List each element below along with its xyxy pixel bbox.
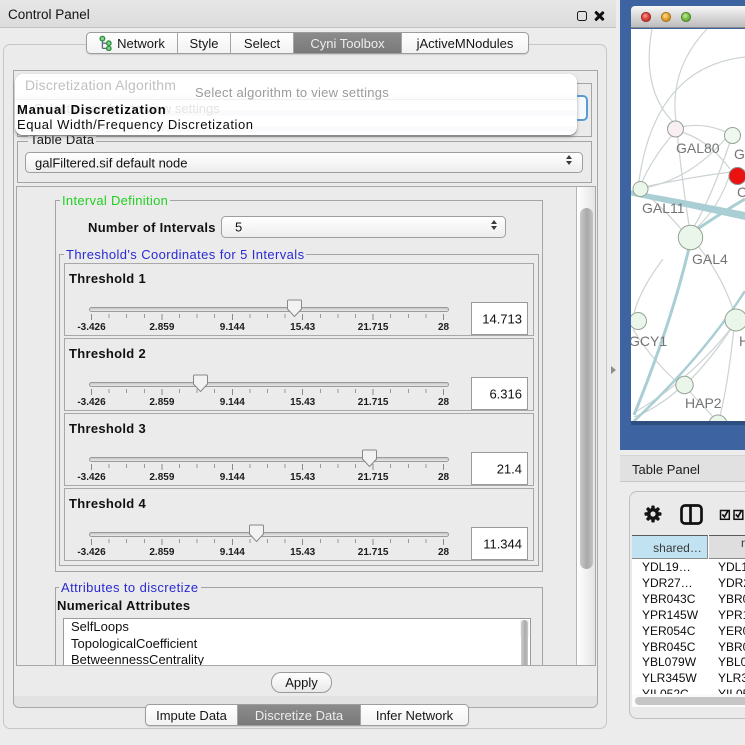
svg-text:GAL4: GAL4 bbox=[692, 251, 728, 267]
svg-text:C: C bbox=[737, 184, 745, 200]
svg-text:GA: GA bbox=[734, 146, 745, 162]
svg-text:HAP2: HAP2 bbox=[685, 395, 722, 411]
svg-text:GCY1: GCY1 bbox=[631, 333, 667, 349]
svg-text:GAL80: GAL80 bbox=[676, 140, 720, 156]
svg-text:H: H bbox=[739, 333, 745, 349]
svg-text:GAL11: GAL11 bbox=[642, 200, 685, 216]
